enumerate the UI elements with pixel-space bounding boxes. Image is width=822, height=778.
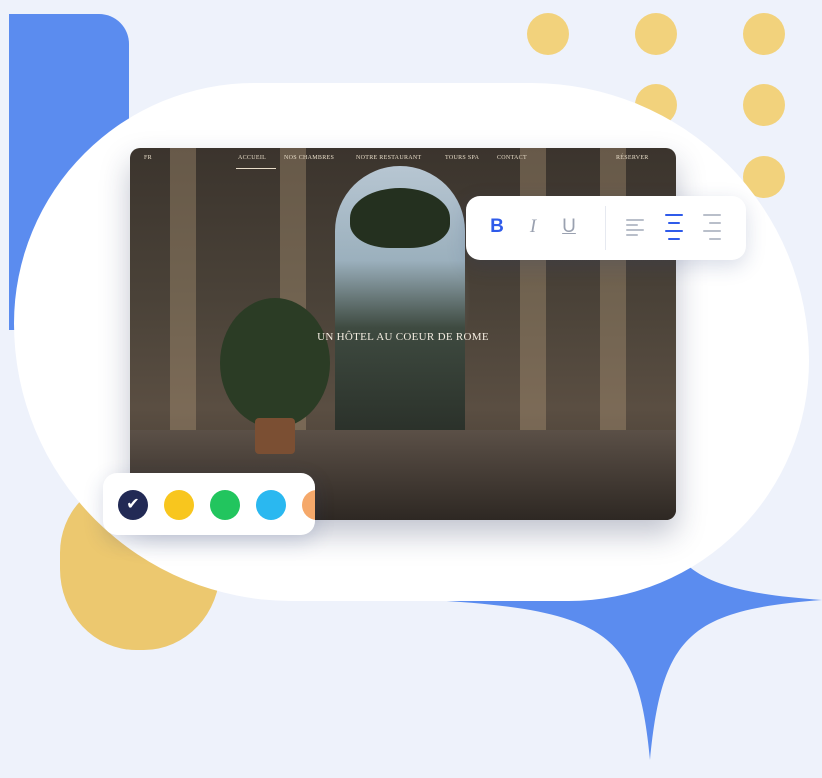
color-swatch[interactable] bbox=[256, 490, 286, 520]
nav-item-contact[interactable]: CONTACT bbox=[497, 155, 527, 161]
decorative-dot bbox=[635, 13, 677, 55]
color-swatch[interactable] bbox=[210, 490, 240, 520]
check-icon: ✔ bbox=[126, 496, 140, 513]
hero-title: UN HÔTEL AU COEUR DE ROME bbox=[317, 331, 489, 343]
nav-item-chambres[interactable]: NOS CHAMBRES bbox=[284, 155, 334, 161]
nav-item-accueil[interactable]: ACCUEIL bbox=[238, 155, 266, 161]
pine-tree-image bbox=[350, 188, 450, 248]
decorative-dot bbox=[743, 13, 785, 55]
align-right-icon[interactable] bbox=[701, 214, 723, 240]
decorative-dot bbox=[527, 13, 569, 55]
bold-button[interactable]: B bbox=[486, 214, 508, 240]
align-center-icon[interactable] bbox=[663, 214, 685, 240]
website-nav: FR ACCUEIL NOS CHAMBRES NOTRE RESTAURANT… bbox=[130, 148, 676, 170]
nav-item-restaurant[interactable]: NOTRE RESTAURANT bbox=[356, 155, 422, 161]
decorative-dot bbox=[743, 84, 785, 126]
active-nav-indicator bbox=[236, 168, 276, 169]
reserve-link[interactable]: RÉSERVER bbox=[616, 155, 649, 161]
color-swatch-selected[interactable]: ✔ bbox=[118, 490, 148, 520]
color-swatch[interactable] bbox=[164, 490, 194, 520]
italic-button[interactable]: I bbox=[522, 214, 544, 240]
underline-button[interactable]: U bbox=[558, 214, 580, 240]
color-palette: ✔ bbox=[103, 473, 315, 535]
color-swatch[interactable] bbox=[302, 490, 315, 520]
nav-item-spa[interactable]: TOURS SPA bbox=[445, 155, 479, 161]
text-format-toolbar: B I U bbox=[466, 196, 746, 260]
align-left-icon[interactable] bbox=[624, 214, 646, 240]
potted-plant-image bbox=[220, 298, 330, 428]
language-link[interactable]: FR bbox=[144, 155, 152, 161]
toolbar-divider bbox=[605, 206, 606, 250]
plant-pot-image bbox=[255, 418, 295, 454]
